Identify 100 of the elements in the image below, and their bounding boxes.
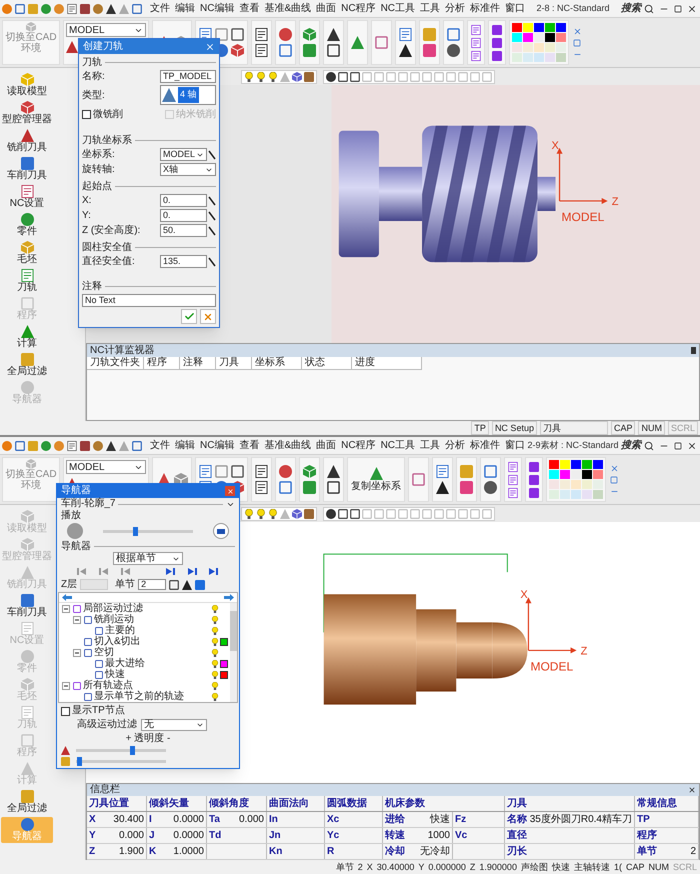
color-swatch[interactable] <box>534 43 544 52</box>
model-select[interactable]: MODEL <box>66 460 146 474</box>
color-swatch[interactable] <box>571 490 581 499</box>
shapes-icon[interactable] <box>279 28 292 41</box>
sidebar-item[interactable]: 车削刀具 <box>1 593 53 619</box>
sidebar-item[interactable]: 计算 <box>1 324 53 350</box>
checkbox[interactable] <box>61 706 70 716</box>
cube-icon[interactable] <box>292 508 302 518</box>
bulb-icon[interactable] <box>211 604 219 612</box>
sidebar-item[interactable]: 全局过滤 <box>1 789 53 815</box>
color-swatch[interactable] <box>220 660 228 668</box>
menu-item[interactable]: 分析 <box>445 440 466 450</box>
bulb-icon[interactable] <box>211 660 219 668</box>
arrow-left-icon[interactable] <box>62 594 72 601</box>
restore-icon[interactable] <box>573 38 581 46</box>
menu-item[interactable]: 查看 <box>239 440 260 450</box>
color-swatch[interactable] <box>571 460 581 469</box>
color-swatch[interactable] <box>593 480 603 489</box>
sheet-icon[interactable] <box>375 36 388 49</box>
list-icon[interactable] <box>255 481 268 494</box>
sheet-icon[interactable] <box>412 473 425 486</box>
column-header[interactable]: 刀轨文件夹 <box>87 357 144 370</box>
pick-icon[interactable] <box>208 256 216 266</box>
filter-select[interactable]: 无 <box>141 719 207 731</box>
triangle-ruler-icon[interactable] <box>327 465 340 478</box>
bulb-icon[interactable] <box>211 648 219 656</box>
color-swatch[interactable] <box>582 460 592 469</box>
search-icon[interactable] <box>644 4 654 14</box>
menu-item[interactable]: NC程序 <box>341 440 376 450</box>
menu-item[interactable]: 编辑 <box>175 4 195 14</box>
bulb-icon[interactable] <box>211 638 219 646</box>
step-field[interactable]: 2 <box>138 579 166 590</box>
color-swatch[interactable] <box>534 53 544 62</box>
last-icon[interactable] <box>209 568 218 574</box>
maximize-icon[interactable] <box>674 4 682 12</box>
collapse-icon[interactable] <box>73 616 81 624</box>
close-button[interactable] <box>225 486 235 496</box>
maximize-icon[interactable] <box>674 442 682 450</box>
search-label[interactable]: 搜索 <box>621 1 641 16</box>
menu-item[interactable]: 基准&曲线 <box>264 440 312 450</box>
panel-icon[interactable] <box>132 4 142 14</box>
tree-item[interactable]: 空切 <box>94 648 211 658</box>
coordinate-select[interactable]: MODEL <box>160 148 207 161</box>
save-icon[interactable] <box>15 440 25 450</box>
bulb-icon[interactable] <box>211 626 219 634</box>
search-icon[interactable] <box>644 440 654 450</box>
slider-thumb[interactable] <box>130 746 135 754</box>
model-select[interactable]: MODEL <box>66 23 146 37</box>
comment-field[interactable]: No Text <box>82 294 216 307</box>
tree-item[interactable]: 局部运动过滤 <box>83 604 211 614</box>
sidebar-item[interactable]: 型腔管理器 <box>1 100 53 126</box>
z-level-field[interactable] <box>80 579 108 590</box>
step-back-icon[interactable] <box>121 568 130 574</box>
menu-item[interactable]: 窗口 <box>505 4 526 14</box>
color-swatch[interactable] <box>220 670 228 678</box>
menu-item[interactable]: 基准&曲线 <box>264 4 312 14</box>
color-swatch[interactable] <box>582 470 592 479</box>
color-swatch[interactable] <box>534 23 544 32</box>
color-swatch[interactable] <box>593 470 603 479</box>
sidebar-item[interactable]: 毛坯 <box>1 240 53 266</box>
bulb-icon[interactable] <box>244 72 254 82</box>
close-icon[interactable] <box>687 440 697 450</box>
next-icon[interactable] <box>188 568 197 574</box>
color-swatch[interactable] <box>593 490 603 499</box>
sidebar-item[interactable]: 零件 <box>1 212 53 238</box>
sidebar-item[interactable]: 刀轨 <box>1 268 53 294</box>
app-logo-icon[interactable] <box>2 4 12 14</box>
menu-item[interactable]: 分析 <box>445 4 466 14</box>
coordinate-field[interactable]: 0. <box>160 209 207 222</box>
coordinate-label[interactable]: 复制坐标系 <box>351 482 401 492</box>
menu-item[interactable]: 标准件 <box>470 4 500 14</box>
color-swatch[interactable] <box>556 53 566 62</box>
coordinate-field[interactable]: 50. <box>160 224 207 237</box>
bulb-icon[interactable] <box>256 72 266 82</box>
color-swatch[interactable] <box>545 33 555 42</box>
name-field[interactable]: TP_MODEL <box>160 70 216 83</box>
menu-item[interactable]: 文件 <box>150 440 170 450</box>
type-select[interactable]: 4 轴 <box>160 85 216 105</box>
close-icon[interactable] <box>688 786 696 794</box>
triangle-ruler-icon[interactable] <box>327 28 340 41</box>
color-swatch[interactable] <box>512 43 522 52</box>
menu-item[interactable]: 查看 <box>239 4 260 14</box>
tree-item[interactable]: 铣削运动 <box>94 614 211 624</box>
tree-item[interactable]: 快速 <box>105 670 211 680</box>
restore-icon[interactable] <box>610 476 618 484</box>
color-swatch[interactable] <box>556 43 566 52</box>
color-swatch[interactable] <box>571 480 581 489</box>
color-swatch[interactable] <box>571 470 581 479</box>
menu-item[interactable]: NC编辑 <box>200 440 234 450</box>
color-swatch[interactable] <box>560 470 570 479</box>
menu-item[interactable]: 标准件 <box>470 440 500 450</box>
ok-button[interactable] <box>181 309 197 324</box>
color-swatch[interactable] <box>549 490 559 499</box>
color-swatch[interactable] <box>523 43 533 52</box>
camera-button[interactable] <box>213 523 229 539</box>
color-swatch[interactable] <box>582 480 592 489</box>
color-swatch[interactable] <box>220 638 228 646</box>
color-swatch[interactable] <box>512 23 522 32</box>
close-icon[interactable] <box>687 4 697 14</box>
menu-item[interactable]: 编辑 <box>175 440 195 450</box>
